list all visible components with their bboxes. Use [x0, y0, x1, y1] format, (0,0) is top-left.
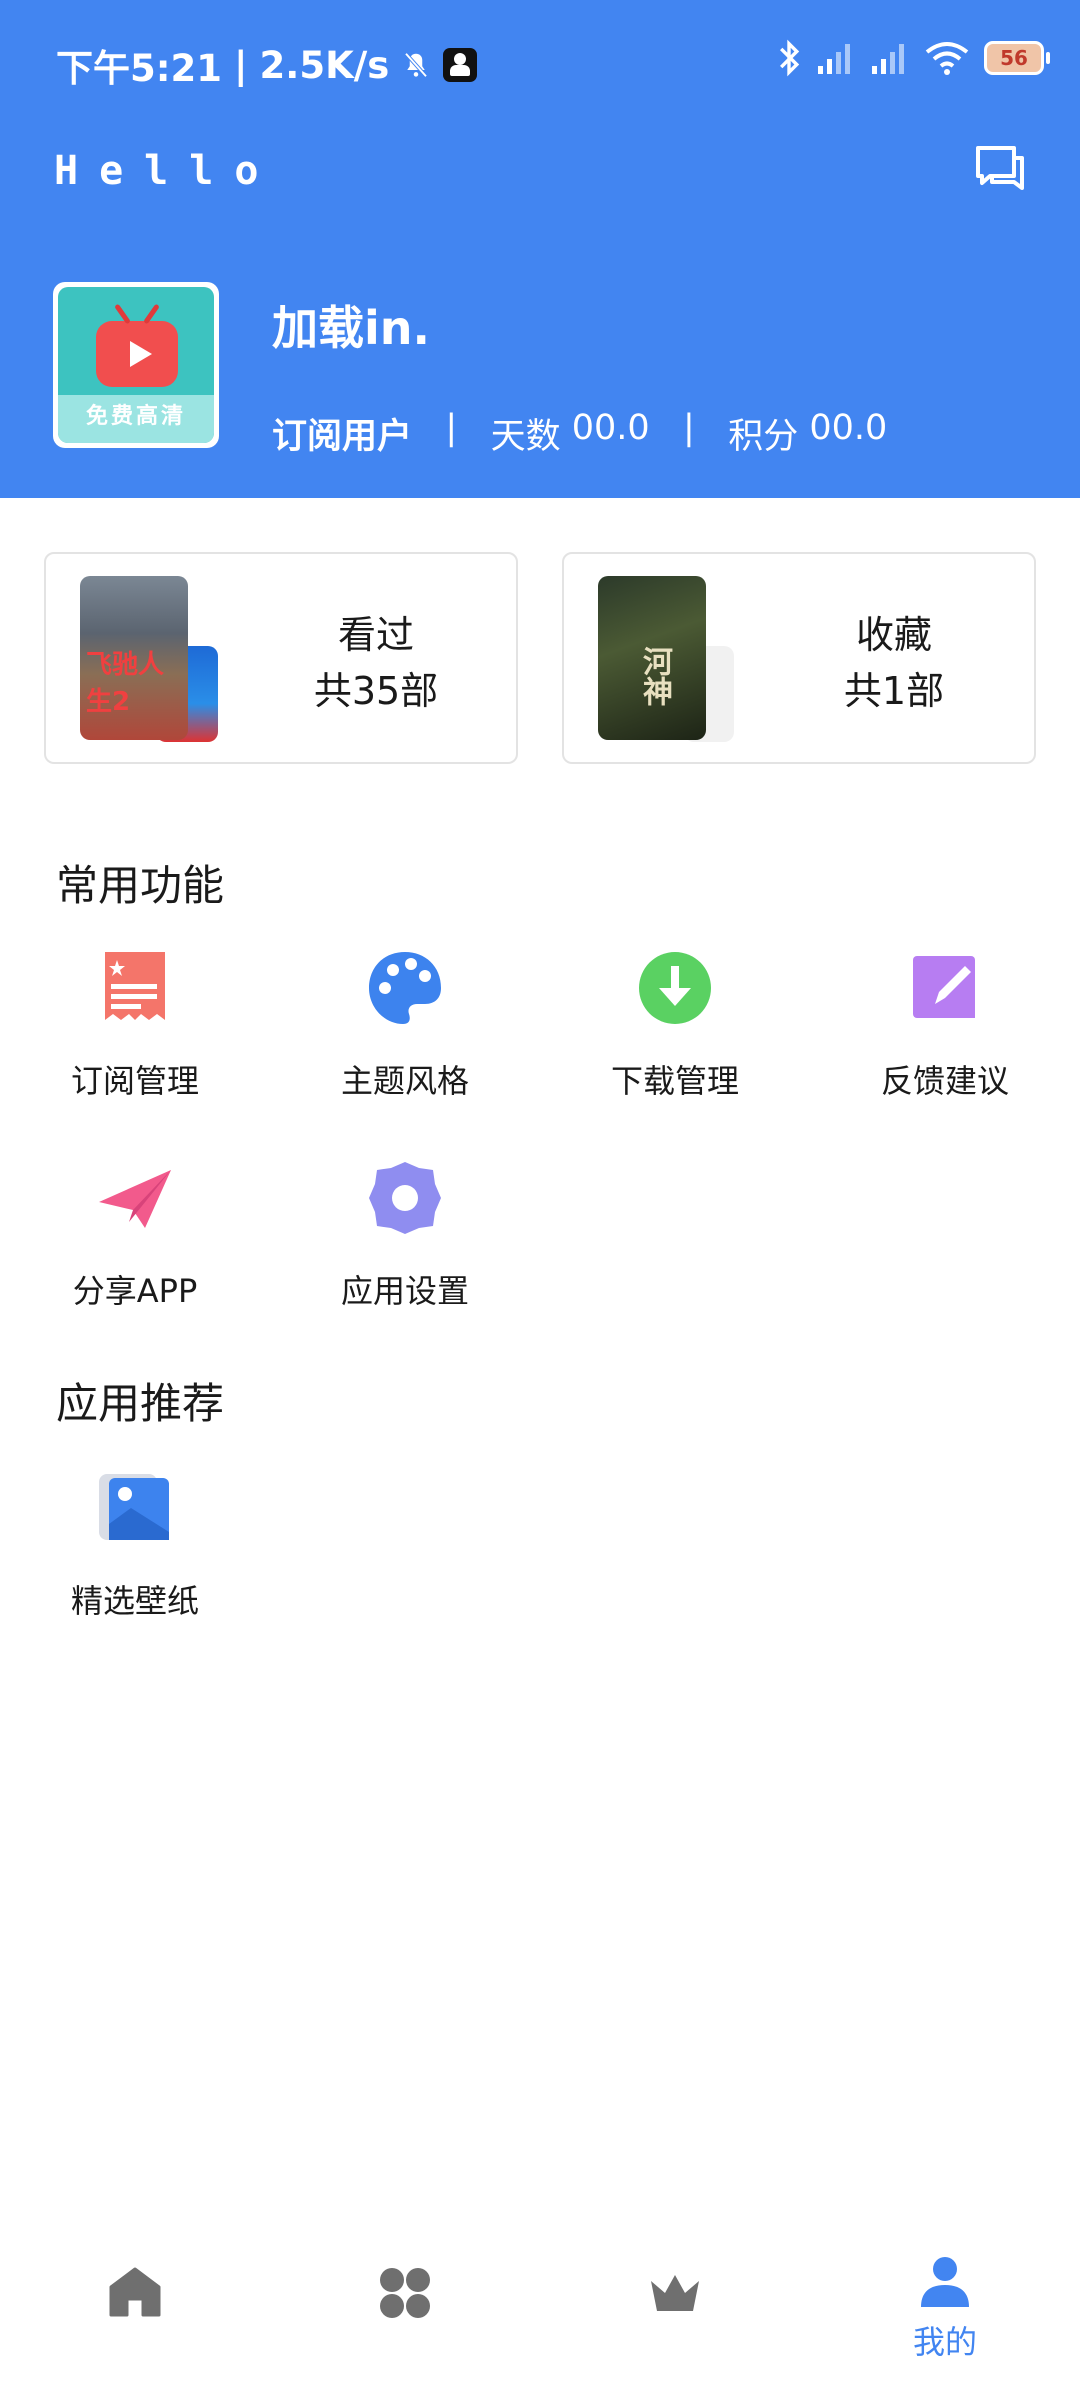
func-subscription[interactable]: 订阅管理: [20, 948, 250, 1102]
nav-mine[interactable]: 我的: [810, 2253, 1080, 2363]
poster-thumbnail: 河神: [598, 576, 706, 740]
nav-label-mine: 我的: [912, 2323, 977, 2361]
crown-icon: [651, 2275, 699, 2311]
user-type: 订阅用户: [272, 417, 413, 457]
status-bar: 下午5:21 | 2.5K/s 56: [0, 28, 1080, 98]
person-icon: [921, 2257, 969, 2307]
days-label: 天数: [490, 417, 561, 457]
func-settings[interactable]: 应用设置: [290, 1158, 520, 1312]
nav-home[interactable]: [0, 2265, 270, 2325]
section-title-common: 常用功能: [56, 861, 225, 910]
subscription-icon: [105, 952, 165, 1020]
watched-card[interactable]: 飞驰人生2 看过 共35部: [44, 552, 518, 764]
nav-categories[interactable]: [270, 2265, 540, 2325]
nav-vip[interactable]: [540, 2265, 810, 2325]
func-wallpaper[interactable]: 精选壁纸: [20, 1468, 250, 1622]
watched-title: 看过: [337, 613, 414, 657]
edit-icon: [913, 956, 975, 1018]
favorites-title: 收藏: [855, 613, 932, 657]
func-label: 分享APP: [72, 1272, 198, 1310]
watched-count: 共35部: [313, 669, 439, 713]
func-share[interactable]: 分享APP: [20, 1158, 250, 1312]
palette-icon: [369, 952, 441, 1024]
favorites-card[interactable]: 河神 收藏 共1部: [562, 552, 1036, 764]
points-value: 00.0: [809, 408, 888, 448]
tv-logo-icon: [96, 321, 178, 387]
func-label: 下载管理: [610, 1062, 739, 1100]
func-label: 订阅管理: [70, 1062, 199, 1100]
avatar[interactable]: 免费高清: [53, 282, 219, 448]
favorites-count: 共1部: [843, 669, 945, 713]
days-value: 00.0: [571, 408, 650, 448]
bottom-nav: 我的: [0, 2235, 1080, 2400]
status-time: 下午5:21: [56, 47, 223, 90]
wifi-icon: [925, 42, 969, 75]
profile-header: 下午5:21 | 2.5K/s 56 Hello 免费高清 加载in. 订阅用户…: [0, 0, 1080, 498]
section-title-recommend: 应用推荐: [56, 1379, 225, 1428]
signal-icon-2: [872, 44, 904, 74]
grid-icon: [380, 2268, 430, 2318]
func-label: 精选壁纸: [70, 1582, 199, 1620]
func-download[interactable]: 下载管理: [560, 948, 790, 1102]
wallpaper-icon: [99, 1474, 169, 1540]
func-label: 应用设置: [340, 1272, 469, 1310]
func-feedback[interactable]: 反馈建议: [830, 948, 1060, 1102]
status-separator: |: [234, 43, 248, 87]
page-title: Hello: [54, 148, 280, 194]
network-speed: 2.5K/s: [259, 43, 390, 87]
paper-plane-icon: [99, 1170, 171, 1228]
message-icon[interactable]: [972, 142, 1028, 198]
home-icon: [109, 2267, 161, 2317]
username: 加载in.: [272, 301, 430, 355]
points-label: 积分: [728, 417, 799, 457]
avatar-badge-text: 免费高清: [58, 395, 214, 443]
signal-icon: [818, 44, 850, 74]
func-label: 反馈建议: [880, 1062, 1009, 1100]
func-label: 主题风格: [340, 1062, 469, 1100]
func-theme[interactable]: 主题风格: [290, 948, 520, 1102]
battery-indicator: 56: [984, 41, 1050, 75]
user-stats: 订阅用户 | 天数 00.0 | 积分 00.0: [272, 408, 888, 457]
mute-bell-icon: [404, 52, 428, 78]
bluetooth-icon: [780, 39, 800, 77]
download-icon: [639, 952, 711, 1024]
gear-icon: [369, 1162, 441, 1234]
app-notification-icon: [443, 48, 478, 82]
poster-thumbnail: 飞驰人生2: [80, 576, 188, 740]
